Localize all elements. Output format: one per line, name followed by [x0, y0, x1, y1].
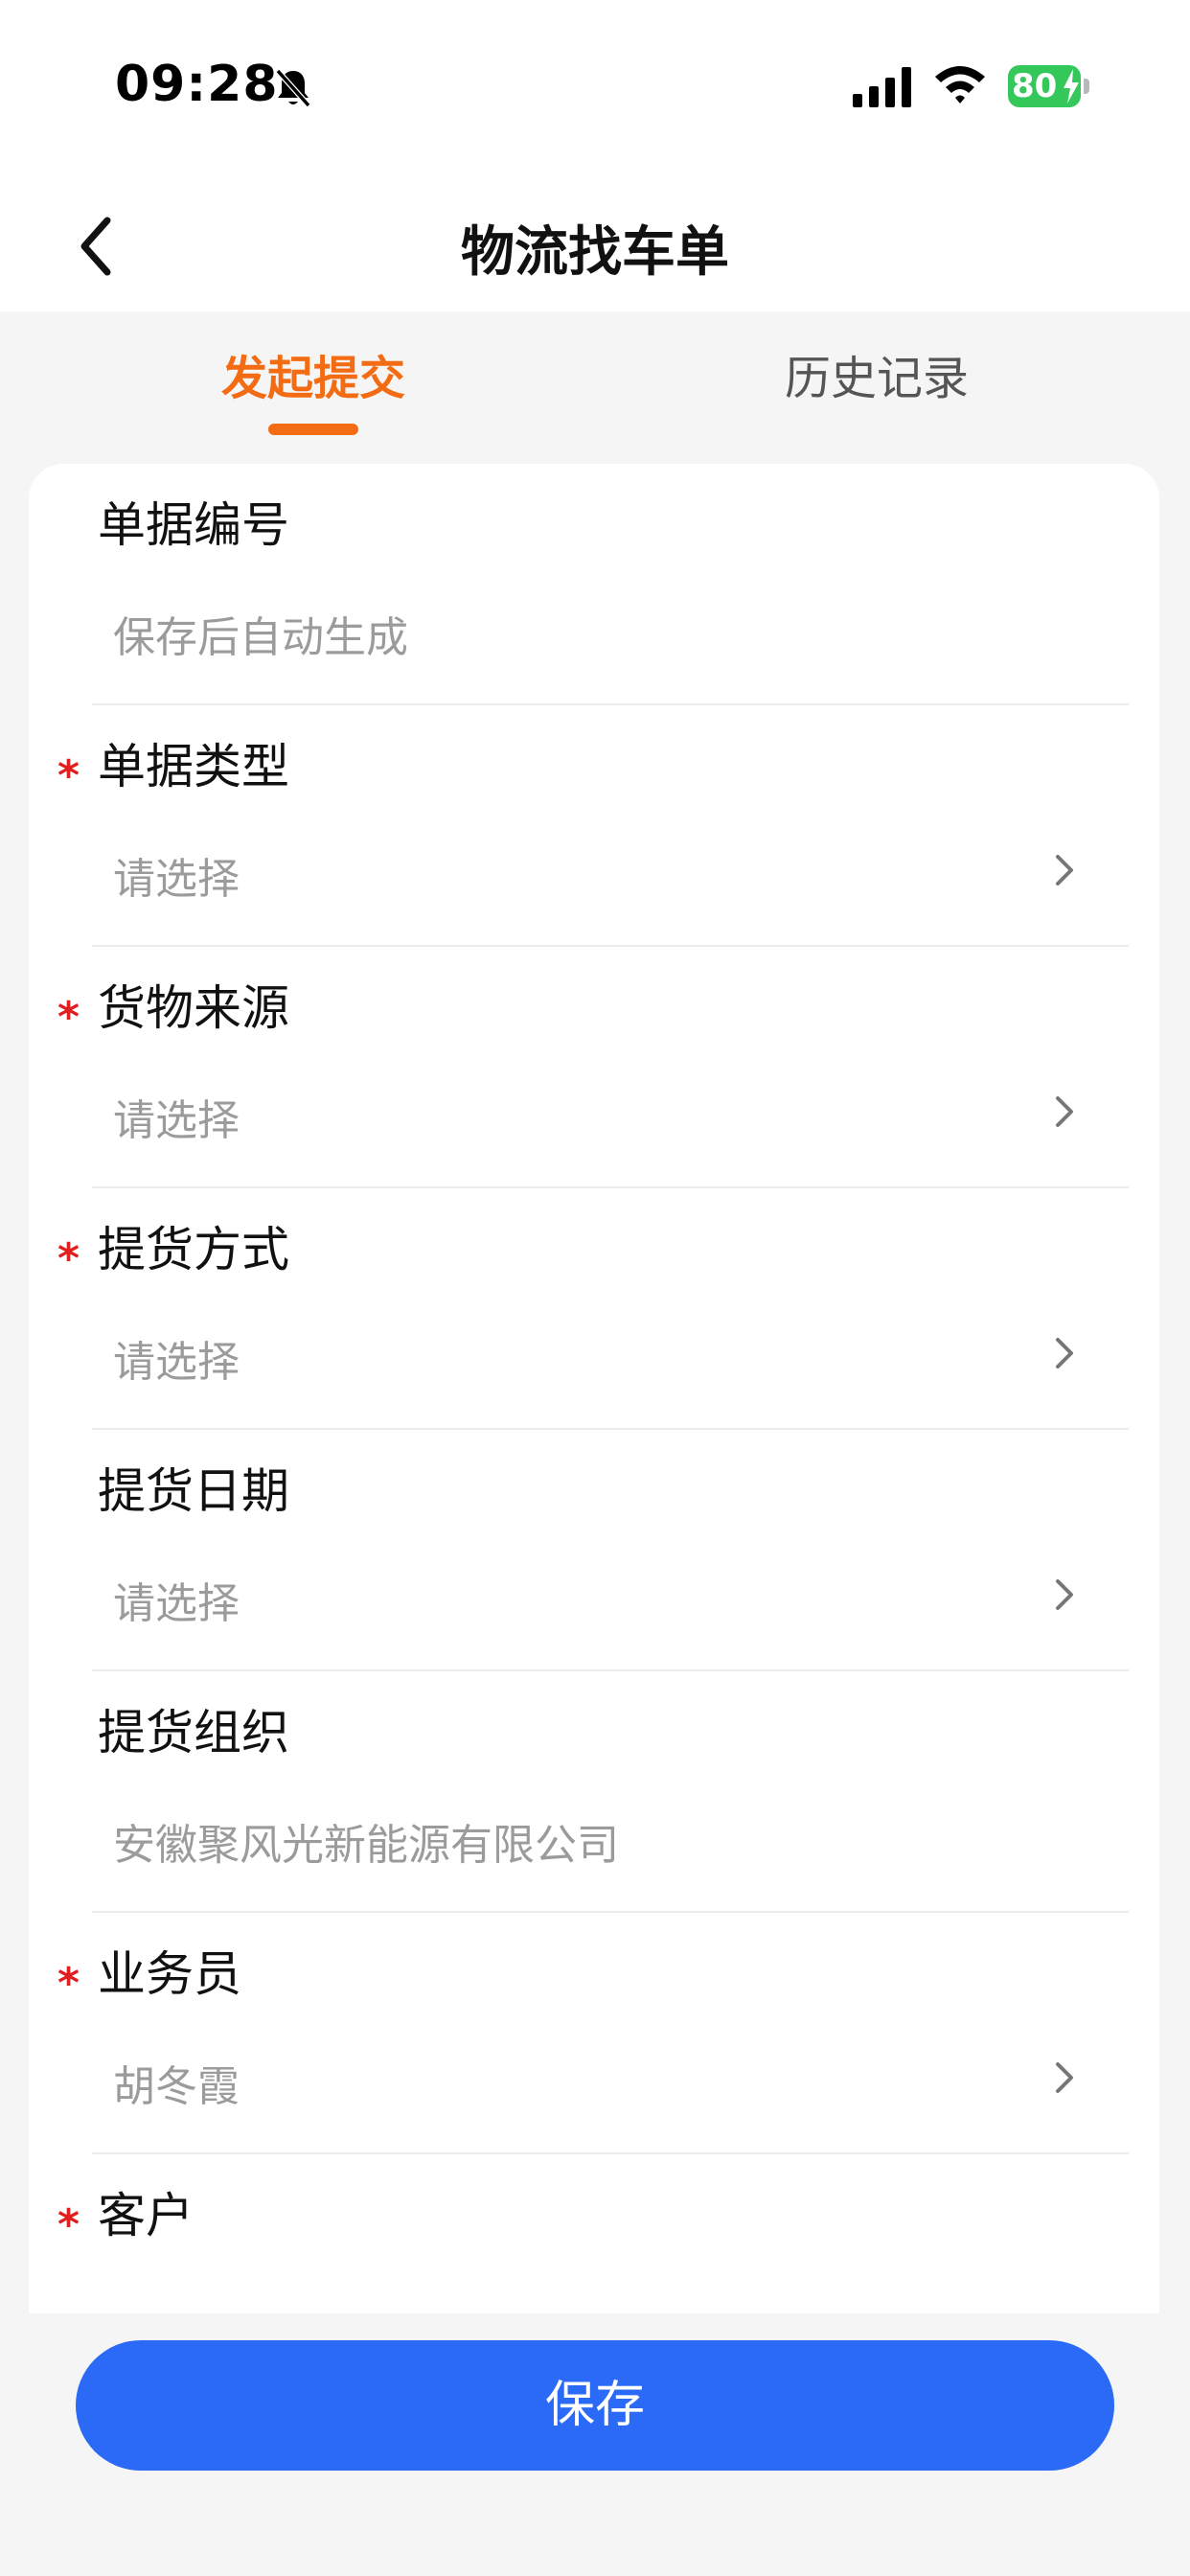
pickup-org-value: 安徽聚风光新能源有限公司: [113, 1821, 619, 1870]
battery-level: 80: [1012, 67, 1058, 105]
required-mark: *: [57, 1234, 80, 1283]
doc-number-value: 保存后自动生成: [113, 613, 408, 662]
bell-slash-icon: [275, 69, 311, 107]
field-goods-source[interactable]: * 货物来源 请选择: [29, 947, 1159, 1188]
required-mark: *: [57, 1959, 80, 2008]
required-mark: *: [57, 993, 80, 1042]
tab-history[interactable]: 历史记录: [685, 340, 1068, 407]
battery-nub: [1084, 79, 1089, 94]
bolt-icon: [1064, 69, 1079, 104]
wifi-icon: [935, 66, 985, 104]
field-label: 单据编号: [98, 497, 289, 553]
form-card: 单据编号 保存后自动生成 * 单据类型 请选择 * 货物来源 请选择 * 提货方…: [29, 464, 1159, 2313]
chevron-right-icon: [1056, 1579, 1073, 1610]
status-time: 09:28: [115, 56, 279, 113]
tab-submit[interactable]: 发起提交: [122, 340, 505, 407]
field-label: 提货日期: [98, 1463, 289, 1519]
pickup-method-select[interactable]: 请选择: [113, 1327, 240, 1389]
required-mark: *: [57, 751, 80, 800]
page-title: 物流找车单: [461, 221, 729, 284]
field-label: 提货方式: [98, 1222, 289, 1277]
chevron-right-icon: [1056, 855, 1073, 886]
field-label: 单据类型: [98, 739, 289, 794]
chevron-right-icon: [1056, 2062, 1073, 2093]
required-mark: *: [57, 2200, 80, 2249]
field-label: 业务员: [98, 1946, 241, 2002]
save-button[interactable]: 保存: [76, 2340, 1114, 2471]
field-customer[interactable]: * 客户: [29, 2154, 1159, 2313]
chevron-right-icon: [1056, 1338, 1073, 1368]
chevron-right-icon: [1056, 1096, 1073, 1127]
field-doc-number: 单据编号 保存后自动生成: [29, 464, 1159, 705]
salesperson-select[interactable]: 胡冬霞: [113, 2052, 240, 2113]
field-pickup-method[interactable]: * 提货方式 请选择: [29, 1188, 1159, 1430]
field-salesperson[interactable]: * 业务员 胡冬霞: [29, 1913, 1159, 2154]
goods-source-select[interactable]: 请选择: [113, 1086, 240, 1147]
tab-bar: 发起提交 历史记录: [0, 311, 1190, 446]
field-pickup-org: 提货组织 安徽聚风光新能源有限公司: [29, 1671, 1159, 1913]
field-doc-type[interactable]: * 单据类型 请选择: [29, 705, 1159, 947]
pickup-date-select[interactable]: 请选择: [113, 1569, 240, 1630]
field-label: 货物来源: [98, 980, 289, 1036]
field-label: 提货组织: [98, 1705, 289, 1760]
field-label: 客户: [98, 2188, 194, 2243]
field-pickup-date[interactable]: 提货日期 请选择: [29, 1430, 1159, 1671]
doc-type-select[interactable]: 请选择: [113, 844, 240, 906]
status-bar: 09:28 80: [0, 0, 1190, 172]
signal-icon: [853, 67, 911, 107]
tab-active-indicator: [268, 424, 358, 435]
